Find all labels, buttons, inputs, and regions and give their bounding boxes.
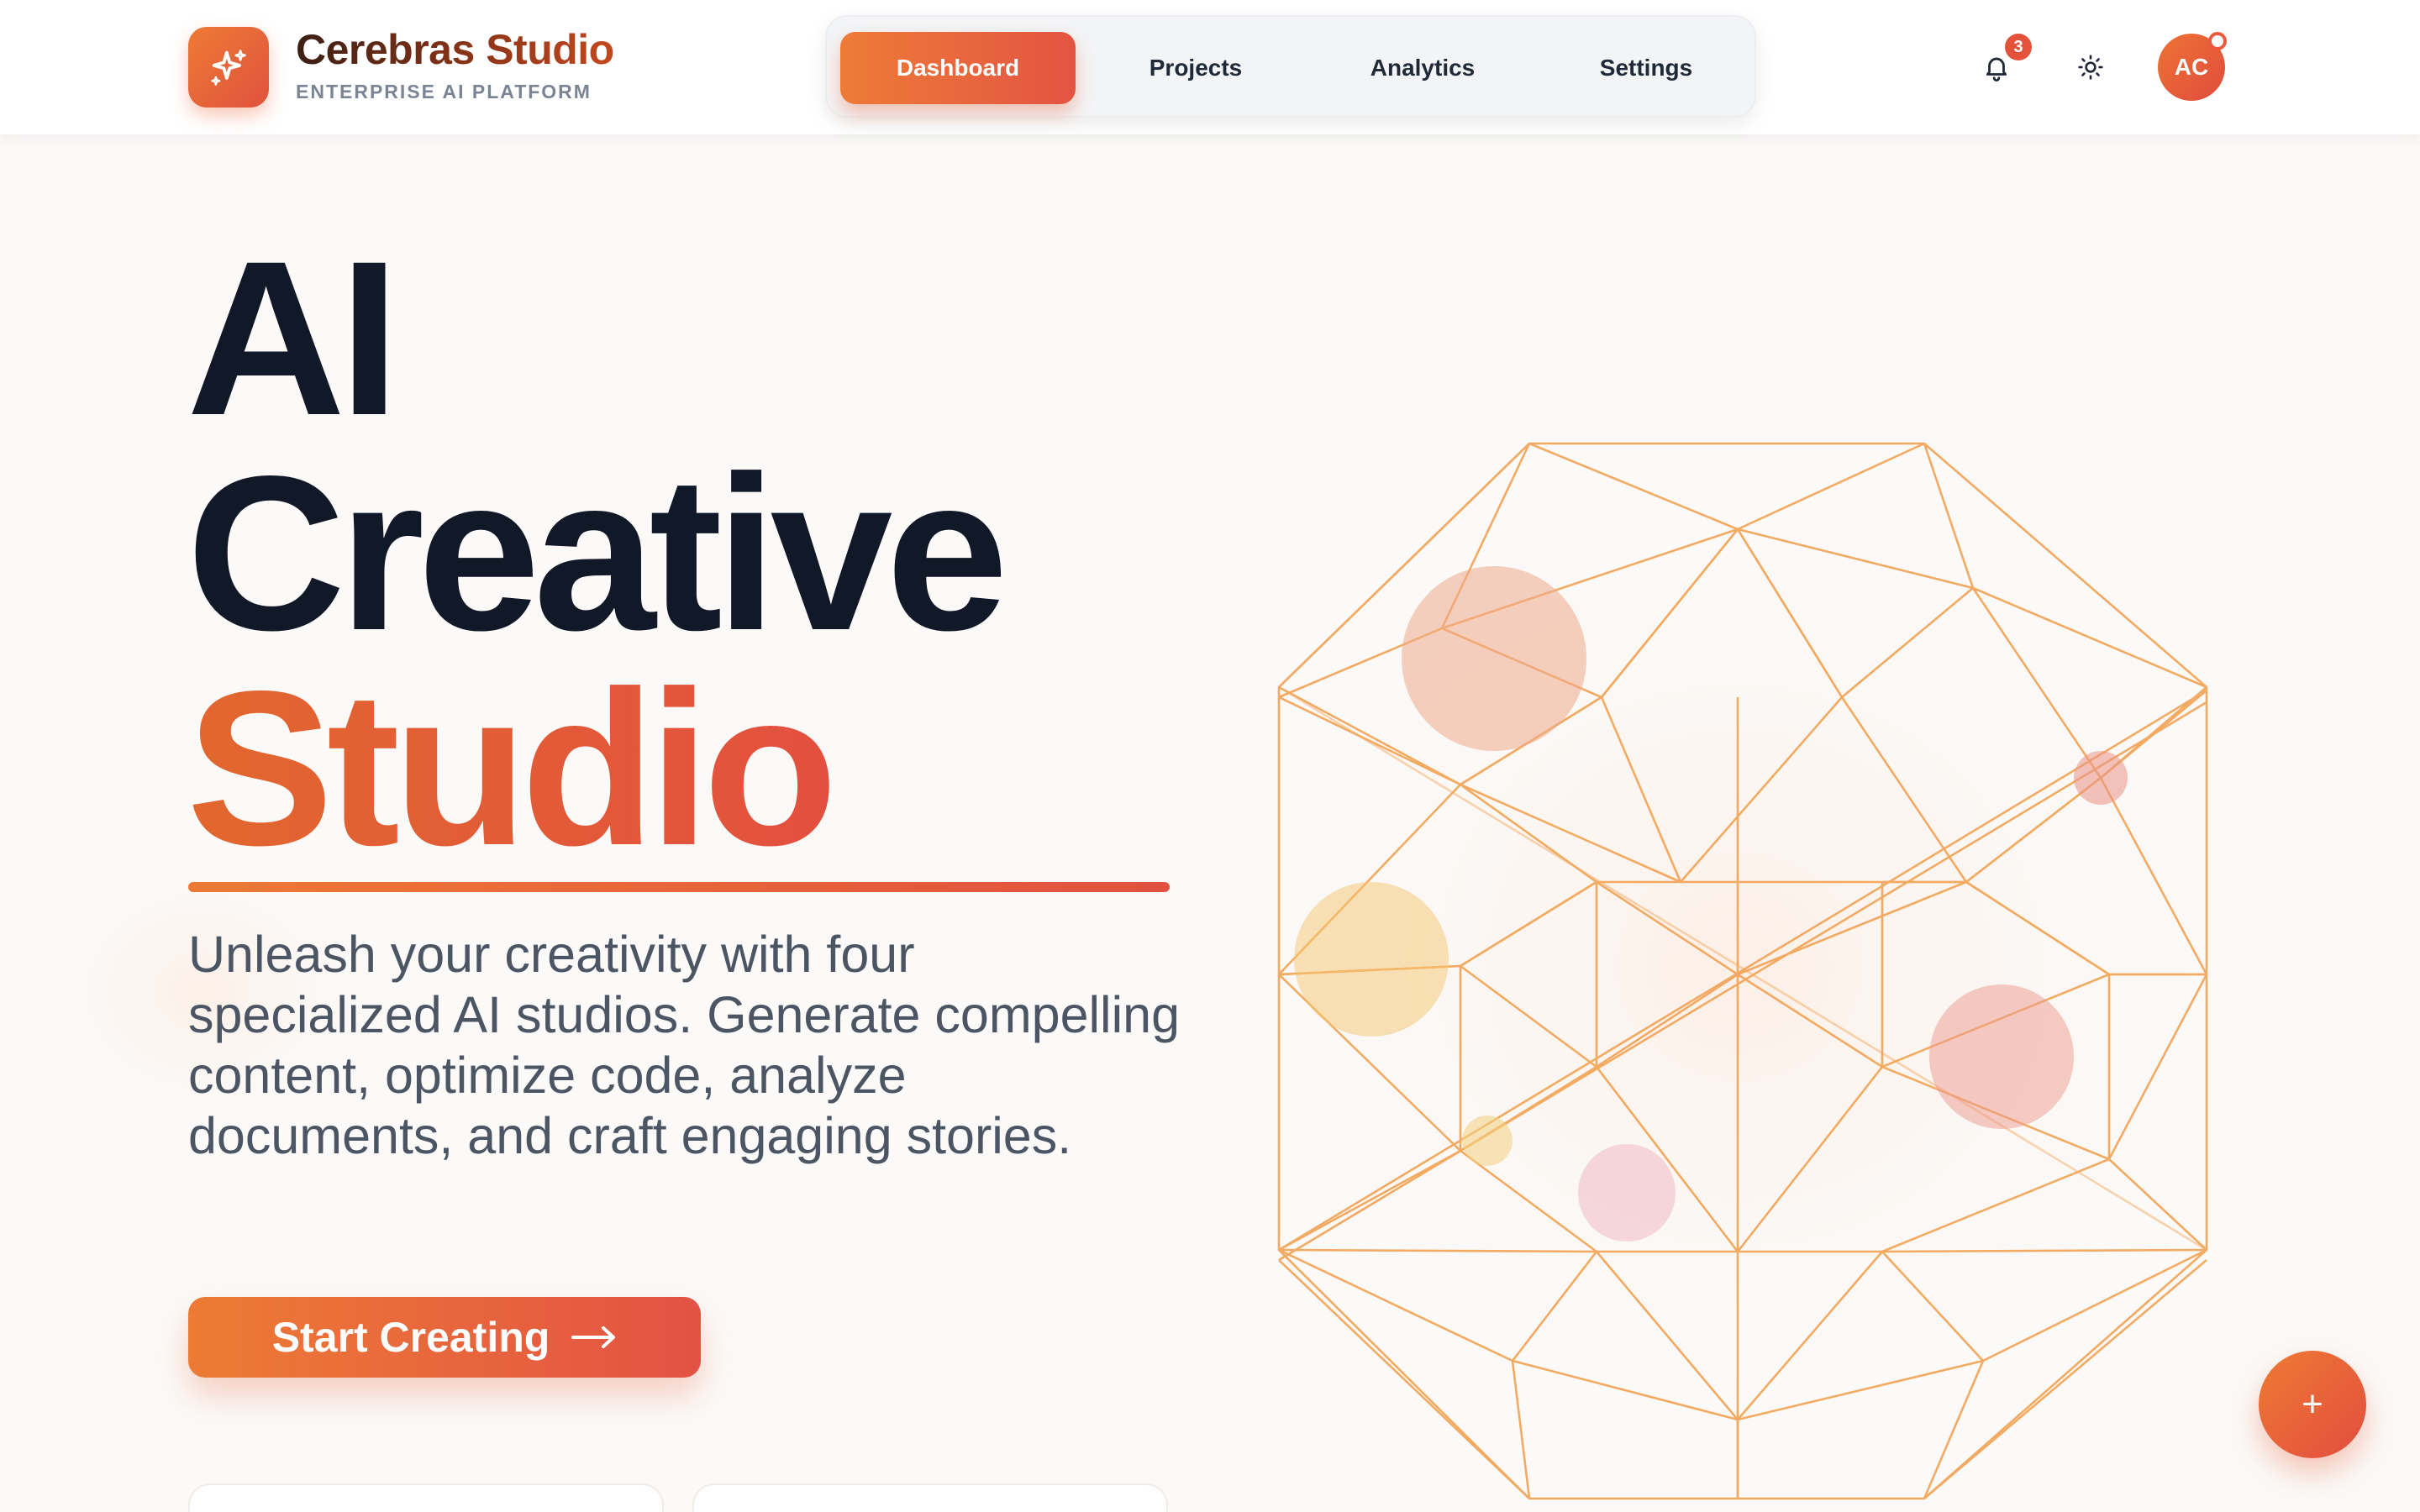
- hero-description: Unleash your creativity with four specia…: [188, 926, 1180, 1164]
- sun-icon: [2078, 55, 2103, 80]
- nav-analytics[interactable]: Analytics: [1313, 32, 1533, 104]
- nav-dashboard[interactable]: Dashboard: [840, 32, 1076, 104]
- notification-badge: 3: [2005, 34, 2032, 60]
- studio-card[interactable]: [692, 1483, 1168, 1512]
- arrow-right-icon: [571, 1326, 616, 1348]
- bubble: [1462, 1116, 1512, 1166]
- bell-icon: [1986, 57, 2007, 81]
- geodesic-sphere-illustration: [1277, 442, 2208, 1500]
- top-header: Cerebras Studio ENTERPRISE AI PLATFORM D…: [0, 0, 2420, 134]
- title-underline: [188, 882, 1170, 892]
- main-nav: Dashboard Projects Analytics Settings: [825, 15, 1756, 118]
- bubble: [1294, 882, 1449, 1037]
- nav-projects[interactable]: Projects: [1094, 32, 1297, 104]
- studio-card[interactable]: [188, 1483, 664, 1512]
- start-creating-button[interactable]: Start Creating: [188, 1297, 701, 1378]
- cta-label: Start Creating: [271, 1314, 550, 1361]
- bubble: [2074, 751, 2128, 805]
- logo[interactable]: [188, 27, 269, 108]
- bubble: [1402, 566, 1586, 751]
- brand-tagline: ENTERPRISE AI PLATFORM: [296, 81, 592, 102]
- add-button[interactable]: +: [2259, 1351, 2366, 1458]
- hero-title-line-2: Creative: [187, 430, 1008, 676]
- sparkles-icon: [211, 50, 246, 86]
- brand-name: Cerebras Studio: [296, 26, 614, 73]
- theme-toggle-button[interactable]: [2064, 40, 2118, 94]
- online-status-dot: [2208, 32, 2227, 50]
- nav-settings[interactable]: Settings: [1548, 32, 1744, 104]
- bubble: [1578, 1144, 1676, 1242]
- bubble: [1929, 984, 2074, 1129]
- hero-title-line-3: Studio: [187, 645, 838, 891]
- hero-title-line-1: AI: [187, 215, 400, 461]
